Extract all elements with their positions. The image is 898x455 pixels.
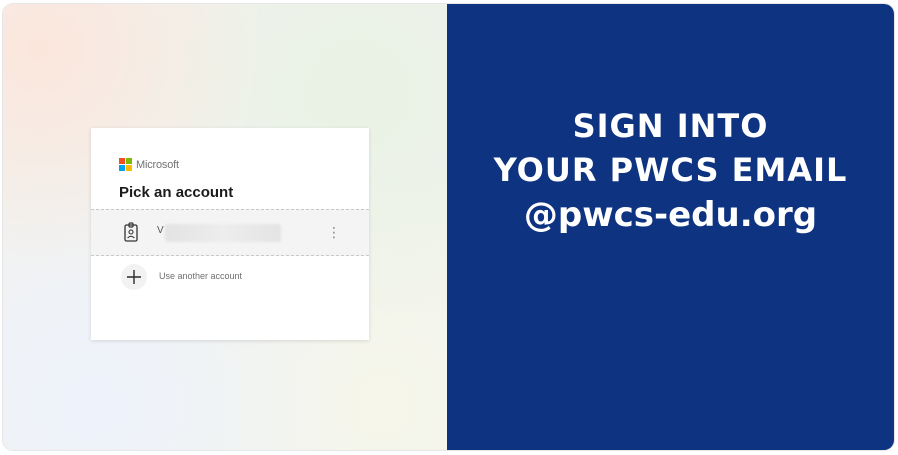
screenshot-pane: Microsoft Pick an account V ⋮ Use anothe… [3, 4, 447, 450]
brand-name: Microsoft [136, 158, 179, 171]
headline: SIGN INTO YOUR PWCS EMAIL @pwcs-edu.org [447, 104, 894, 238]
pick-account-dialog: Microsoft Pick an account V ⋮ Use anothe… [91, 128, 369, 340]
more-vertical-icon[interactable]: ⋮ [327, 223, 341, 241]
use-another-account-label: Use another account [159, 271, 243, 281]
dialog-title: Pick an account [119, 184, 234, 201]
headline-line-2: YOUR PWCS EMAIL [493, 151, 848, 189]
account-initial: V [157, 225, 164, 236]
microsoft-logo-icon [119, 158, 132, 171]
redacted-account-email [165, 224, 281, 242]
plus-icon [121, 264, 147, 290]
banner-card: Microsoft Pick an account V ⋮ Use anothe… [3, 4, 894, 450]
id-badge-icon [124, 222, 138, 242]
use-another-account-option[interactable]: Use another account [91, 256, 369, 298]
headline-pane: SIGN INTO YOUR PWCS EMAIL @pwcs-edu.org [447, 4, 894, 450]
headline-line-1: SIGN INTO [572, 107, 769, 145]
account-option[interactable]: V ⋮ [91, 209, 369, 256]
headline-email-domain: @pwcs-edu.org [523, 195, 818, 235]
microsoft-brand: Microsoft [119, 158, 179, 171]
